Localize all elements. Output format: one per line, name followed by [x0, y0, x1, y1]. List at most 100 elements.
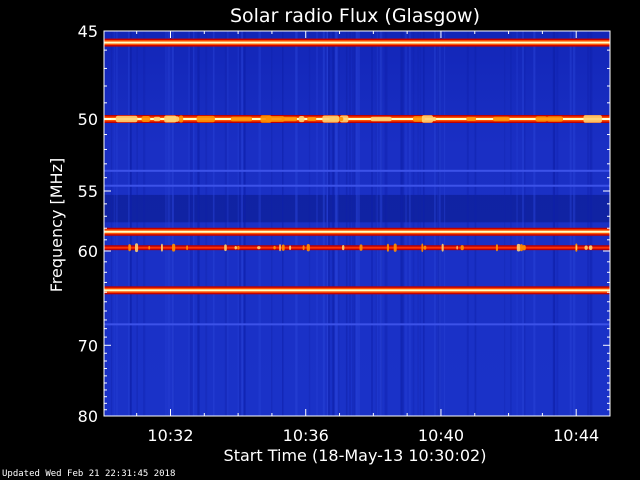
y-tick-label: 70 [78, 336, 98, 355]
radio-burst [186, 245, 188, 251]
radio-burst [588, 245, 593, 250]
radio-burst [279, 244, 281, 252]
radio-burst [466, 116, 477, 121]
radio-burst [386, 243, 389, 252]
noise-stripe [258, 31, 261, 416]
noise-stripe [128, 31, 130, 416]
noise-stripe [590, 31, 593, 416]
x-axis-label: Start Time (18-May-13 10:30:02) [224, 446, 487, 465]
radio-burst [359, 244, 363, 251]
noise-stripe [338, 31, 340, 416]
radio-burst [257, 246, 261, 250]
radio-burst [196, 115, 215, 123]
noise-stripe [331, 31, 334, 416]
noise-stripe [358, 31, 360, 416]
noise-stripe [326, 31, 328, 416]
noise-stripe [243, 31, 246, 416]
noise-stripe [193, 31, 195, 416]
noise-stripe [437, 31, 439, 416]
noise-stripe [295, 31, 298, 416]
radio-burst [281, 116, 297, 122]
noise-stripe [371, 31, 373, 416]
noise-stripe [188, 31, 190, 416]
radio-burst [234, 246, 237, 250]
radio-burst [322, 115, 339, 123]
band-core [104, 246, 610, 249]
x-tick-label: 10:40 [418, 426, 464, 445]
radio-burst [421, 115, 433, 123]
radio-burst [575, 245, 578, 251]
radio-burst [153, 116, 161, 122]
radio-burst [135, 243, 139, 253]
noise-stripe [423, 31, 425, 416]
radio-burst [546, 116, 563, 122]
noise-stripe [328, 31, 331, 416]
noise-stripe [409, 31, 411, 416]
noise-stripe [556, 31, 559, 416]
y-tick-label: 60 [78, 242, 98, 261]
radio-burst [441, 243, 444, 252]
radio-burst [522, 245, 526, 251]
noise-stripe [212, 31, 215, 416]
radio-burst [281, 244, 285, 251]
noise-stripe [510, 31, 512, 416]
radio-burst [393, 243, 397, 252]
radio-burst [224, 244, 227, 252]
noise-stripe [434, 31, 436, 416]
radio-burst [456, 245, 458, 250]
y-tick-label: 50 [78, 110, 98, 129]
noise-stripe [334, 31, 337, 416]
radio-burst [164, 115, 177, 123]
noise-stripe [444, 31, 446, 416]
noise-stripe [143, 31, 146, 416]
noise-stripe [405, 31, 407, 416]
band-weak [104, 323, 610, 326]
noise-stripe [474, 31, 477, 416]
radio-burst [260, 115, 272, 123]
y-tick-label: 55 [78, 182, 98, 201]
radio-burst [495, 244, 498, 252]
noise-stripe [190, 31, 193, 416]
updated-timestamp: Updated Wed Feb 21 22:31:45 2018 [2, 469, 176, 479]
radio-burst [583, 115, 602, 123]
radio-burst [342, 245, 345, 251]
x-tick-label: 10:44 [553, 426, 599, 445]
noise-stripe [573, 31, 576, 416]
radio-burst [172, 243, 176, 252]
band-core [104, 230, 610, 233]
radio-burst [306, 244, 310, 252]
noise-stripe [308, 31, 311, 416]
radio-burst [302, 245, 305, 251]
band-weak [104, 169, 610, 172]
noise-stripe [524, 31, 526, 416]
noise-stripe [375, 31, 377, 416]
radio-burst [423, 245, 427, 250]
noise-stripe [237, 31, 239, 416]
noise-stripe [168, 31, 171, 416]
noise-stripe [271, 31, 273, 416]
noise-stripe [239, 31, 242, 416]
radio-burst [535, 116, 548, 122]
band-core [104, 289, 610, 292]
noise-stripe [171, 31, 174, 416]
radio-burst [432, 117, 437, 122]
radio-burst [298, 116, 305, 123]
y-tick-label: 45 [78, 22, 98, 41]
radio-burst [460, 245, 464, 251]
noise-stripe [226, 31, 229, 416]
y-tick-label: 80 [78, 407, 98, 426]
radio-burst [148, 245, 151, 250]
noise-stripe [553, 31, 555, 416]
noise-stripe [587, 31, 589, 416]
radio-burst [141, 116, 151, 122]
noise-stripe [569, 31, 572, 416]
noise-stripe [504, 31, 506, 416]
noise-stripe [412, 31, 415, 416]
radio-burst [584, 245, 588, 250]
radio-burst [230, 116, 252, 122]
noise-stripe [282, 31, 284, 416]
noise-stripe [400, 31, 403, 416]
noise-stripe [466, 31, 469, 416]
band-weak [104, 184, 610, 187]
noise-stripe [129, 31, 132, 416]
